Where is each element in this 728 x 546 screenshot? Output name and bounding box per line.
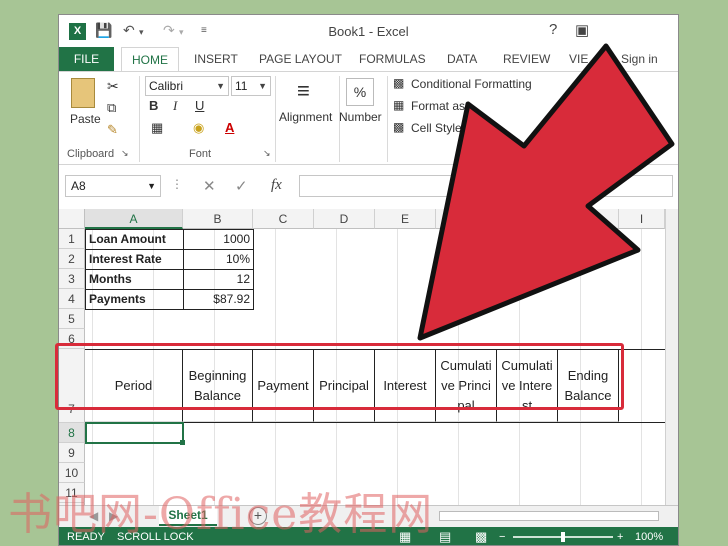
watermark: 书吧网-Office教程网 bbox=[8, 489, 434, 540]
red-arrow-icon bbox=[417, 43, 675, 341]
